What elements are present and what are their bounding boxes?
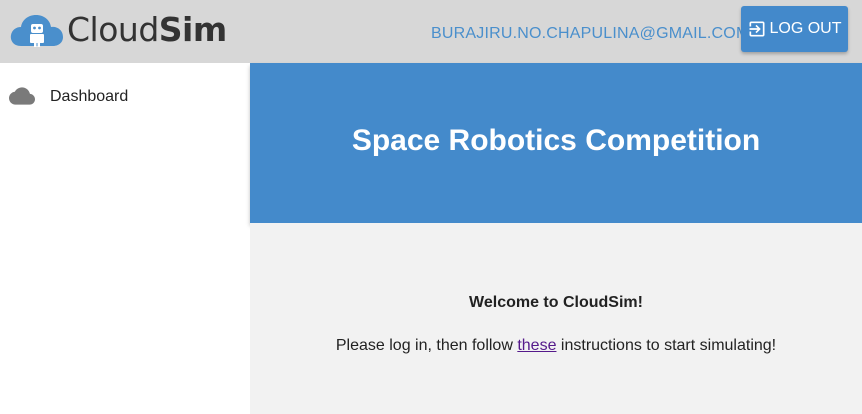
user-email: BURAJIRU.NO.CHAPULINA@GMAIL.COM [431,25,750,42]
brand-name: CloudSim [67,10,227,50]
welcome-heading: Welcome to CloudSim! [469,294,643,311]
cloud-icon [9,87,35,110]
brand-logo[interactable]: CloudSim [9,10,227,50]
brand-name-light: Cloud [67,10,159,49]
banner-title: Space Robotics Competition [351,124,761,157]
sidebar-item-dashboard[interactable]: Dashboard [0,77,250,115]
exit-to-app-icon [749,21,765,37]
logout-button[interactable]: LOG OUT [741,6,848,52]
top-bar: CloudSim BURAJIRU.NO.CHAPULINA@GMAIL.COM… [0,0,862,63]
hero-banner: Space Robotics Competition [250,63,862,223]
sidebar: Dashboard [0,63,250,414]
main-content: Welcome to CloudSim! Please log in, then… [250,223,862,414]
logout-label: LOG OUT [769,20,842,37]
instructions-link[interactable]: these [517,337,556,354]
sidebar-item-label: Dashboard [50,88,129,105]
brand-name-bold: Sim [158,10,227,49]
cloud-robot-logo-icon [10,15,64,47]
instructions-after: instructions to start simulating! [556,337,777,354]
instructions-before: Please log in, then follow [335,337,518,354]
instructions-text: Please log in, then follow these instruc… [250,337,862,355]
